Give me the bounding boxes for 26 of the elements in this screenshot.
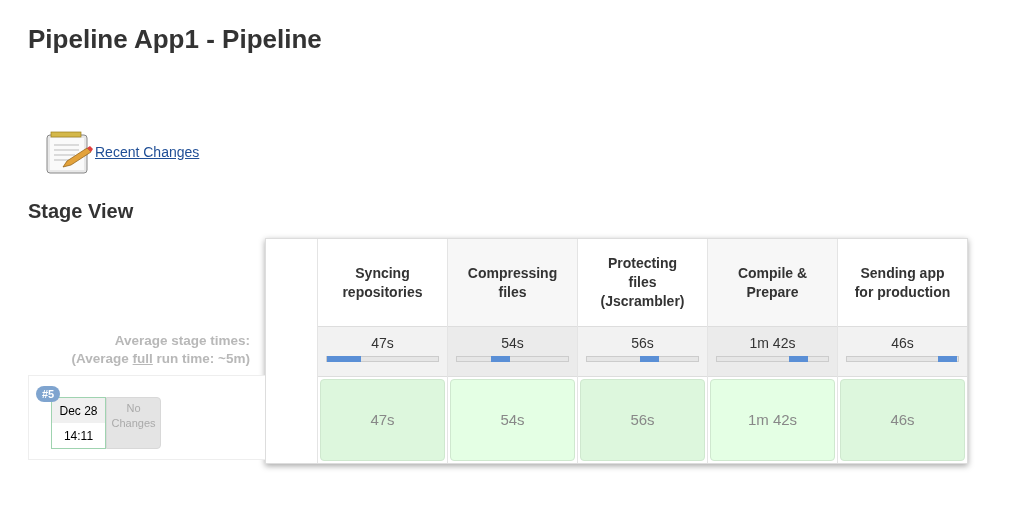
notepad-pencil-icon [45, 131, 93, 175]
stage-name: Compile & Prepare [736, 263, 809, 302]
stage-result-cell[interactable]: 54s [450, 379, 575, 461]
build-date: Dec 28 [52, 398, 105, 423]
stage-name: Sending app for production [854, 263, 951, 302]
stage-name: Syncing repositories [341, 263, 424, 302]
average-label: Average stage times: [114, 332, 250, 350]
stage-name: Protecting files (Jscrambler) [599, 254, 686, 311]
stage-result-cell[interactable]: 1m 42s [710, 379, 835, 461]
stage-result-cell[interactable]: 56s [580, 379, 705, 461]
stage-name: Compressing files [466, 263, 559, 302]
stage-result-cell[interactable]: 46s [840, 379, 965, 461]
average-time: 47s [371, 334, 394, 352]
average-time: 54s [501, 334, 524, 352]
average-time: 1m 42s [749, 334, 796, 352]
build-time: 14:11 [62, 427, 95, 445]
average-run-time: (Average full run time: ~5m) [71, 350, 250, 368]
page-title: Pipeline App1 - Pipeline [28, 24, 322, 54]
average-time: 46s [891, 334, 914, 352]
build-date-card[interactable]: Dec 28 14:11 [51, 397, 106, 449]
build-number-badge[interactable]: #5 [36, 386, 61, 402]
stage-result-cell[interactable]: 47s [320, 379, 445, 461]
section-heading: Stage View [28, 199, 134, 223]
recent-changes-link[interactable]: Recent Changes [95, 142, 200, 163]
average-time: 56s [631, 334, 654, 352]
changes-card: No Changes [106, 397, 161, 449]
